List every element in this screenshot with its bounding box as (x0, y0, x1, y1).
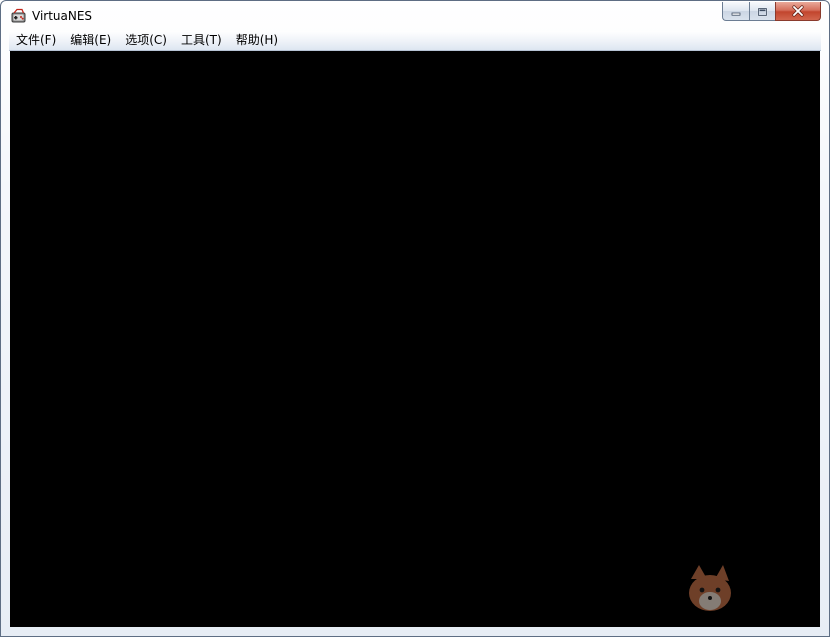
fox-icon (689, 565, 731, 611)
menu-options[interactable]: 选项(C) (118, 31, 174, 50)
watermark-logo (681, 557, 821, 627)
caption-buttons (722, 2, 821, 21)
minimize-icon (731, 2, 741, 21)
virtuanes-controller-icon[interactable] (10, 8, 27, 25)
maximize-button[interactable] (749, 2, 775, 21)
menu-help[interactable]: 帮助(H) (229, 31, 285, 50)
app-window: VirtuaNES 文件(F) 编辑(E) 选项(C) 工具(T) 帮助(H) (0, 0, 830, 637)
menu-edit[interactable]: 编辑(E) (63, 31, 118, 50)
window-bottom-frame (1, 627, 829, 636)
maximize-icon (757, 2, 768, 21)
title-bar[interactable]: VirtuaNES (1, 1, 829, 31)
minimize-button[interactable] (722, 2, 749, 21)
window-title: VirtuaNES (32, 9, 93, 23)
emulator-screen[interactable] (10, 51, 820, 627)
close-button[interactable] (775, 2, 821, 21)
menu-file[interactable]: 文件(F) (9, 31, 63, 50)
menu-tools[interactable]: 工具(T) (174, 31, 229, 50)
close-icon (791, 2, 805, 21)
menu-bar: 文件(F) 编辑(E) 选项(C) 工具(T) 帮助(H) (9, 31, 821, 51)
